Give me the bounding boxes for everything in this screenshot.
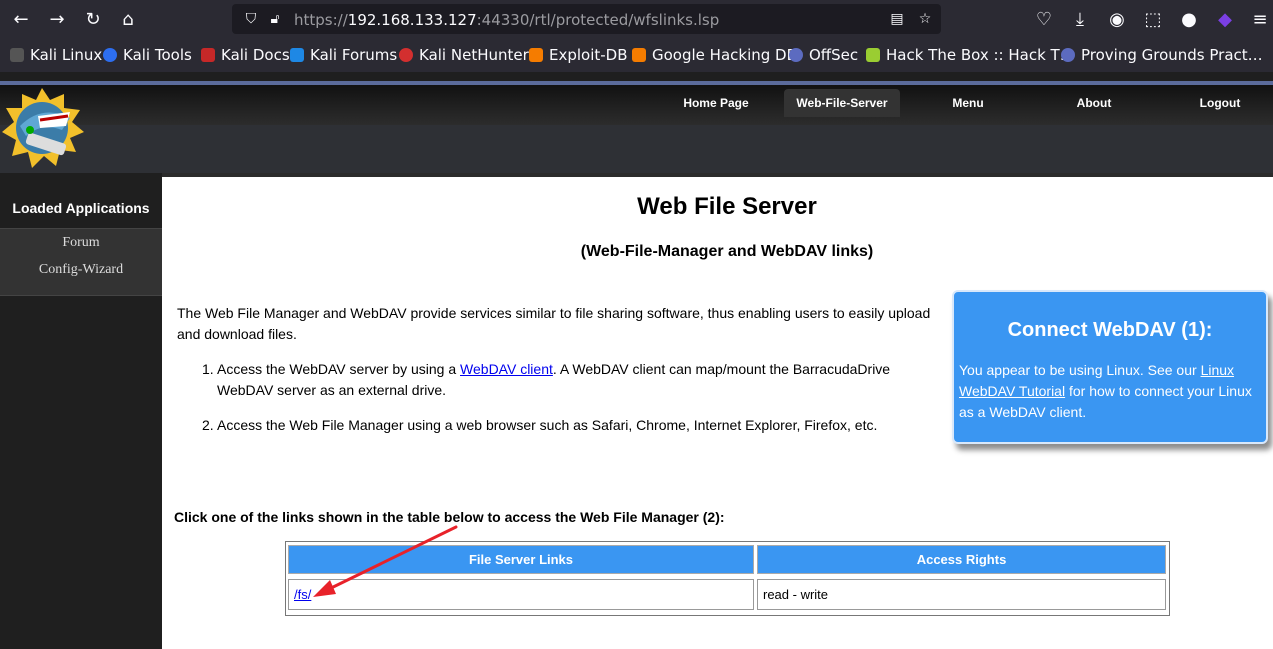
extension-black-icon[interactable]: ● [1177, 7, 1201, 31]
url-text[interactable]: https://192.168.133.127:44330/rtl/protec… [294, 11, 719, 29]
connect-webdav-box: Connect WebDAV (1): You appear to be usi… [952, 290, 1268, 444]
sidebar-menu: Forum Config-Wizard [0, 228, 162, 296]
web-page: Home Page Web-File-Server Menu About Log… [0, 72, 1273, 649]
url-bar[interactable]: ⛉ 🔓︎ https://192.168.133.127:44330/rtl/p… [232, 4, 941, 34]
bookmark-hack-the-box[interactable]: Hack The Box :: Hack T… [866, 46, 1075, 64]
exploit-db-icon [529, 48, 543, 62]
offsec-icon [789, 48, 803, 62]
kali-icon [10, 48, 24, 62]
bookmark-offsec[interactable]: OffSec [789, 46, 858, 64]
bookmark-star-icon[interactable]: ☆ [914, 8, 936, 30]
nav-about[interactable]: About [1062, 89, 1126, 117]
nav-web-file-server[interactable]: Web-File-Server [784, 89, 900, 117]
webdav-box-text: You appear to be using Linux. See our Li… [959, 362, 1252, 420]
main-content: Web File Server (Web-File-Manager and We… [162, 173, 1273, 649]
webdav-client-link[interactable]: WebDAV client [460, 361, 553, 377]
account-icon[interactable]: ◉ [1105, 7, 1129, 31]
barracuda-logo [2, 88, 84, 168]
sidebar-item-config-wizard[interactable]: Config-Wizard [0, 262, 162, 278]
file-server-table: File Server Links Access Rights /fs/ rea… [285, 541, 1170, 616]
list-item: 2. Access the Web File Manager using a we… [202, 417, 878, 433]
kali-forums-icon [290, 48, 304, 62]
reload-icon[interactable]: ↻ [81, 7, 105, 31]
htb-icon [866, 48, 880, 62]
instructions-list: 1. Access the WebDAV server by using a We… [177, 359, 947, 450]
nav-menu[interactable]: Menu [936, 89, 1000, 117]
table-instruction: Click one of the links shown in the tabl… [174, 509, 725, 525]
webdav-box-title: Connect WebDAV (1): [1007, 319, 1213, 341]
sidebar-item-forum[interactable]: Forum [0, 235, 162, 251]
bookmark-exploit-db[interactable]: Exploit-DB [529, 46, 628, 64]
browser-toolbar: ← → ↻ ⌂ ⛉ 🔓︎ https://192.168.133.127:443… [0, 0, 1273, 38]
nav-home-page[interactable]: Home Page [671, 89, 761, 117]
bookmark-proving-grounds[interactable]: Proving Grounds Pract… [1061, 46, 1263, 64]
menu-icon[interactable]: ≡ [1248, 7, 1272, 31]
forward-icon[interactable]: → [45, 7, 69, 31]
table-cell-rights: read - write [757, 579, 1166, 610]
page-subtitle: (Web-File-Manager and WebDAV links) [580, 243, 874, 260]
page-title: Web File Server [637, 193, 817, 220]
ghdb-icon [632, 48, 646, 62]
bookmark-kali-nethunter[interactable]: Kali NetHunter [399, 46, 529, 64]
reader-view-icon[interactable]: ▤ [886, 8, 908, 30]
proving-grounds-icon [1061, 48, 1075, 62]
bookmark-kali-forums[interactable]: Kali Forums [290, 46, 397, 64]
shield-icon[interactable]: ⛉ [240, 8, 262, 30]
pocket-icon[interactable]: ♡ [1032, 7, 1056, 31]
site-header-lower [0, 125, 1273, 173]
home-icon[interactable]: ⌂ [116, 7, 140, 31]
extensions-icon[interactable]: ⬚ [1141, 7, 1165, 31]
kali-tools-icon [103, 48, 117, 62]
fs-link[interactable]: /fs/ [294, 587, 311, 602]
lock-warning-icon[interactable]: 🔓︎ [264, 8, 286, 30]
list-item: 1. Access the WebDAV server by using a We… [202, 361, 891, 398]
bookmarks-bar: Kali Linux Kali Tools Kali Docs Kali For… [0, 38, 1273, 72]
download-icon[interactable]: ⤓ [1068, 7, 1092, 31]
kali-docs-icon [201, 48, 215, 62]
nav-logout[interactable]: Logout [1186, 89, 1254, 117]
back-icon[interactable]: ← [9, 7, 33, 31]
extension-purple-icon[interactable]: ◆ [1213, 7, 1237, 31]
sidebar-title: Loaded Applications [12, 200, 150, 216]
bookmark-kali-tools[interactable]: Kali Tools [103, 46, 192, 64]
column-header-links: File Server Links [288, 545, 754, 574]
table-cell-link: /fs/ [288, 579, 754, 610]
bookmark-kali-docs[interactable]: Kali Docs [201, 46, 290, 64]
column-header-rights: Access Rights [757, 545, 1166, 574]
intro-paragraph: The Web File Manager and WebDAV provide … [177, 305, 931, 342]
nethunter-icon [399, 48, 413, 62]
bookmark-google-hacking-db[interactable]: Google Hacking DB [632, 46, 797, 64]
bookmark-kali-linux[interactable]: Kali Linux [10, 46, 102, 64]
